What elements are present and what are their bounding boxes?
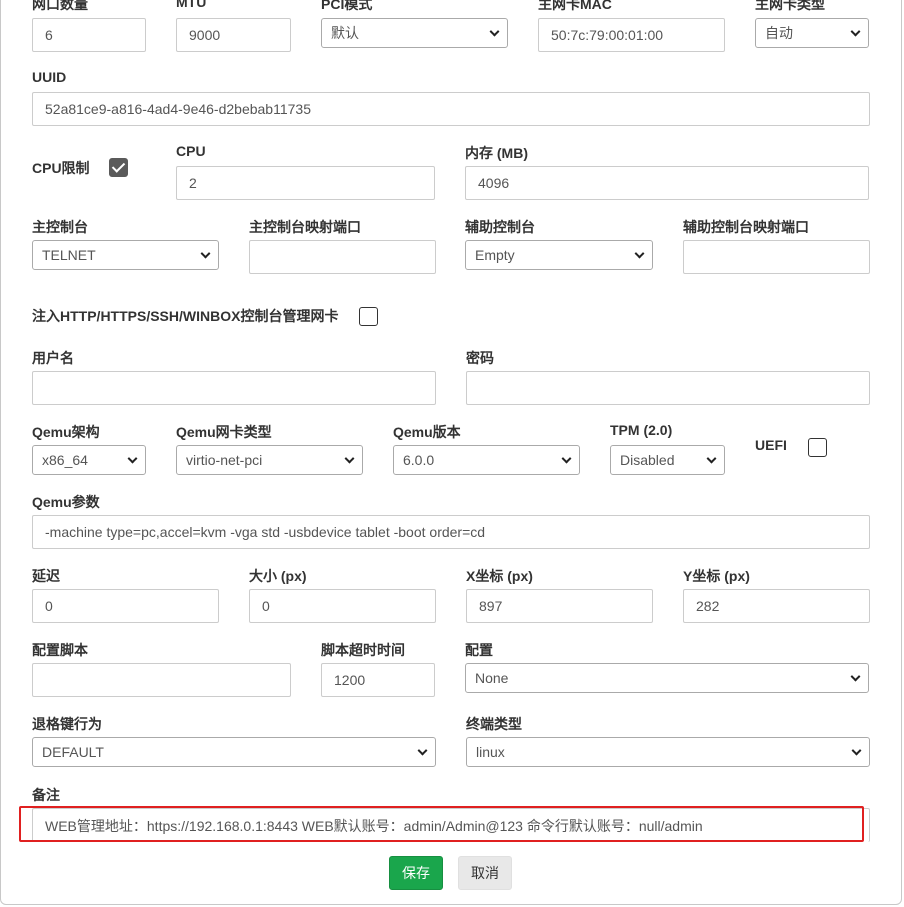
backspace-select[interactable]: DEFAULT [32,737,436,767]
chevron-down-icon [200,248,211,259]
qemu-nic-value: virtio-net-pci [186,452,263,468]
cpu-label: CPU [176,143,206,159]
password-input[interactable] [466,371,870,405]
qemu-params-input[interactable]: -machine type=pc,accel=kvm -vga std -usb… [32,515,870,549]
terminal-type-select[interactable]: linux [466,737,870,767]
qemu-arch-label: Qemu架构 [32,424,100,440]
uuid-input[interactable]: 52a81ce9-a816-4ad4-9e46-d2bebab11735 [32,92,870,126]
delay-input[interactable]: 0 [32,589,219,623]
chevron-down-icon [850,671,861,682]
memory-input[interactable]: 4096 [465,166,869,200]
script-timeout-input[interactable]: 1200 [321,663,435,697]
inject-mgmt-nic-label: 注入HTTP/HTTPS/SSH/WINBOX控制台管理网卡 [32,308,339,324]
terminal-type-value: linux [476,744,505,760]
qemu-arch-value: x86_64 [42,452,88,468]
main-console-port-input[interactable] [249,240,436,274]
highlight-box [19,806,864,842]
cpu-limit-label: CPU限制 [32,160,90,176]
uefi-label: UEFI [755,437,787,453]
script-timeout-label: 脚本超时时间 [321,642,405,658]
config-label: 配置 [465,642,493,658]
y-coord-input[interactable]: 282 [683,589,870,623]
qemu-params-label: Qemu参数 [32,494,100,510]
mtu-label: MTU [176,0,207,10]
pci-mode-label: PCI模式 [321,0,373,12]
chevron-down-icon [634,248,645,259]
config-select[interactable]: None [465,663,869,693]
config-script-label: 配置脚本 [32,642,88,658]
aux-console-port-label: 辅助控制台映射端口 [683,219,809,235]
main-console-label: 主控制台 [32,219,88,235]
delay-label: 延迟 [32,568,60,584]
size-label: 大小 (px) [249,568,307,584]
backspace-value: DEFAULT [42,744,104,760]
uuid-label: UUID [32,69,67,85]
qemu-version-label: Qemu版本 [393,424,461,440]
memory-label: 内存 (MB) [465,145,528,161]
chevron-down-icon [851,745,862,756]
password-label: 密码 [466,350,494,366]
aux-console-port-input[interactable] [683,240,870,274]
uefi-checkbox[interactable] [808,438,827,457]
tpm-select[interactable]: Disabled [610,445,725,475]
chevron-down-icon [489,26,500,37]
size-input[interactable]: 0 [249,589,436,623]
qemu-nic-label: Qemu网卡类型 [176,424,272,440]
nic-type-label: 主网卡类型 [755,0,825,12]
pci-mode-value: 默认 [331,25,359,41]
chevron-down-icon [127,453,138,464]
ports-input[interactable]: 6 [32,18,146,52]
mac-label: 主网卡MAC [538,0,612,12]
save-button[interactable]: 保存 [389,856,443,890]
qemu-nic-select[interactable]: virtio-net-pci [176,445,363,475]
nic-type-select[interactable]: 自动 [755,18,869,48]
tpm-label: TPM (2.0) [610,422,673,438]
tpm-value: Disabled [620,452,675,468]
x-coord-label: X坐标 (px) [466,568,533,584]
cancel-button[interactable]: 取消 [458,856,512,890]
chevron-down-icon [706,453,717,464]
config-script-input[interactable] [32,663,291,697]
chevron-down-icon [850,26,861,37]
main-console-select[interactable]: TELNET [32,240,219,270]
y-coord-label: Y坐标 (px) [683,568,750,584]
pci-mode-select[interactable]: 默认 [321,18,508,48]
cpu-limit-checkbox[interactable] [109,158,128,177]
qemu-version-value: 6.0.0 [403,452,435,468]
nic-type-value: 自动 [765,25,793,41]
chevron-down-icon [561,453,572,464]
username-label: 用户名 [32,350,74,366]
ports-label: 网口数量 [32,0,88,12]
aux-console-select[interactable]: Empty [465,240,653,270]
aux-console-label: 辅助控制台 [465,219,535,235]
chevron-down-icon [417,745,428,756]
notes-label: 备注 [32,787,60,803]
qemu-version-select[interactable]: 6.0.0 [393,445,580,475]
mac-input[interactable]: 50:7c:79:00:01:00 [538,18,725,52]
config-value: None [475,670,509,686]
username-input[interactable] [32,371,436,405]
main-console-port-label: 主控制台映射端口 [249,219,361,235]
main-console-value: TELNET [42,247,96,263]
x-coord-input[interactable]: 897 [466,589,653,623]
cpu-input[interactable]: 2 [176,166,435,200]
inject-mgmt-nic-checkbox[interactable] [359,307,378,326]
terminal-type-label: 终端类型 [466,716,522,732]
aux-console-value: Empty [475,247,515,263]
qemu-arch-select[interactable]: x86_64 [32,445,146,475]
mtu-input[interactable]: 9000 [176,18,291,52]
chevron-down-icon [344,453,355,464]
backspace-label: 退格键行为 [32,716,102,732]
